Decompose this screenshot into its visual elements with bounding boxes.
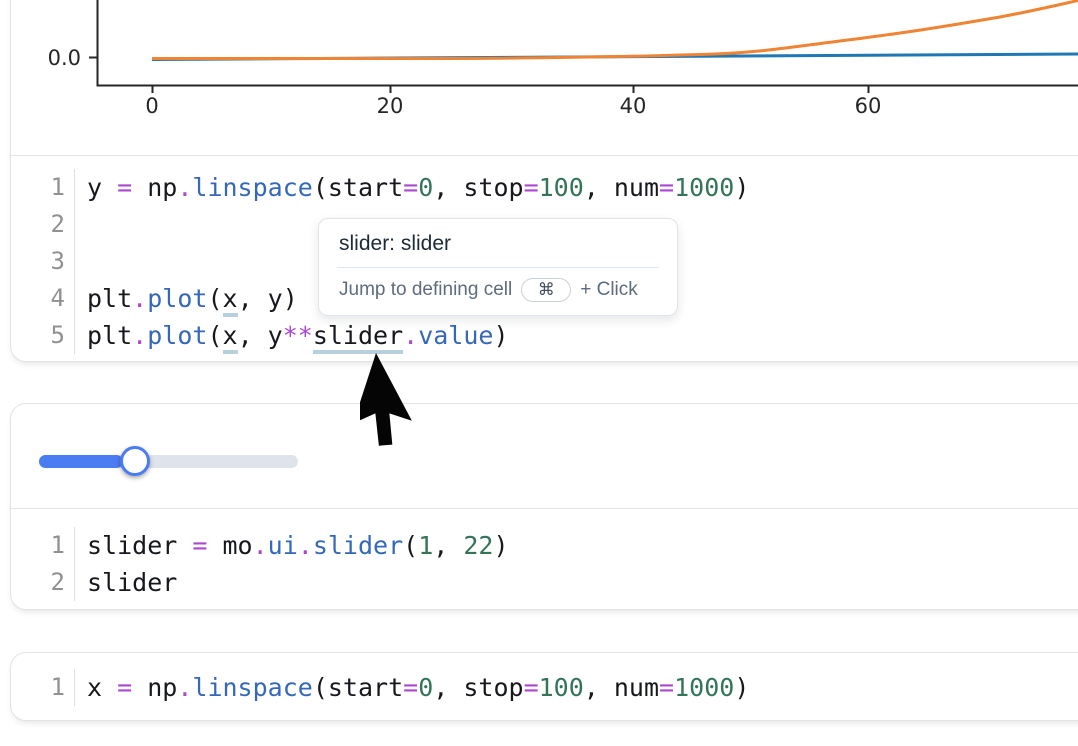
code-text[interactable]	[75, 243, 87, 280]
code-editor-x[interactable]: 1 x = np.linspace(start=0, stop=100, num…	[11, 653, 1078, 720]
code-text[interactable]: x = np.linspace(start=0, stop=100, num=1…	[75, 669, 749, 706]
line-number: 2	[11, 206, 75, 243]
line-number: 1	[11, 669, 75, 706]
variable-tooltip: slider: slider Jump to defining cell ⌘ +…	[318, 218, 678, 316]
code-text[interactable]: plt.plot(x, y**slider.value)	[75, 317, 509, 354]
slider-handle[interactable]	[120, 446, 150, 476]
code-line[interactable]: 2 slider	[11, 564, 1078, 601]
code-text[interactable]	[75, 206, 87, 243]
code-line[interactable]: 1 slider = mo.ui.slider(1, 22)	[11, 527, 1078, 564]
code-line[interactable]: 1 x = np.linspace(start=0, stop=100, num…	[11, 669, 1078, 706]
slider-output-area	[11, 404, 1078, 508]
code-text[interactable]: y = np.linspace(start=0, stop=100, num=1…	[75, 169, 749, 206]
line-number: 1	[11, 169, 75, 206]
code-text[interactable]: plt.plot(x, y)	[75, 280, 298, 317]
marimo-notebook: { "plot": { "ytick": "0.0", "xticks": ["…	[0, 0, 1078, 746]
code-line[interactable]: 1 y = np.linspace(start=0, stop=100, num…	[11, 169, 1078, 206]
tooltip-title: slider: slider	[319, 219, 677, 267]
cell-x-definition: 1 x = np.linspace(start=0, stop=100, num…	[10, 652, 1078, 721]
click-hint-label: + Click	[580, 279, 638, 301]
line-number: 2	[11, 564, 75, 601]
plot-output-area	[11, 0, 1078, 155]
slider-fill	[39, 455, 123, 468]
code-editor-slider[interactable]: 1 slider = mo.ui.slider(1, 22) 2 slider	[11, 508, 1078, 611]
tooltip-action-row[interactable]: Jump to defining cell ⌘ + Click	[319, 268, 677, 315]
slider-track[interactable]	[39, 455, 298, 468]
cell-slider: 1 slider = mo.ui.slider(1, 22) 2 slider	[10, 403, 1078, 610]
line-number: 5	[11, 317, 75, 354]
jump-to-cell-label: Jump to defining cell	[339, 279, 512, 301]
code-line[interactable]: 5 plt.plot(x, y**slider.value)	[11, 317, 1078, 354]
command-key-icon: ⌘	[521, 278, 571, 302]
line-number: 3	[11, 243, 75, 280]
line-number: 1	[11, 527, 75, 564]
code-text[interactable]: slider	[75, 564, 177, 601]
code-text[interactable]: slider = mo.ui.slider(1, 22)	[75, 527, 509, 564]
line-number: 4	[11, 280, 75, 317]
